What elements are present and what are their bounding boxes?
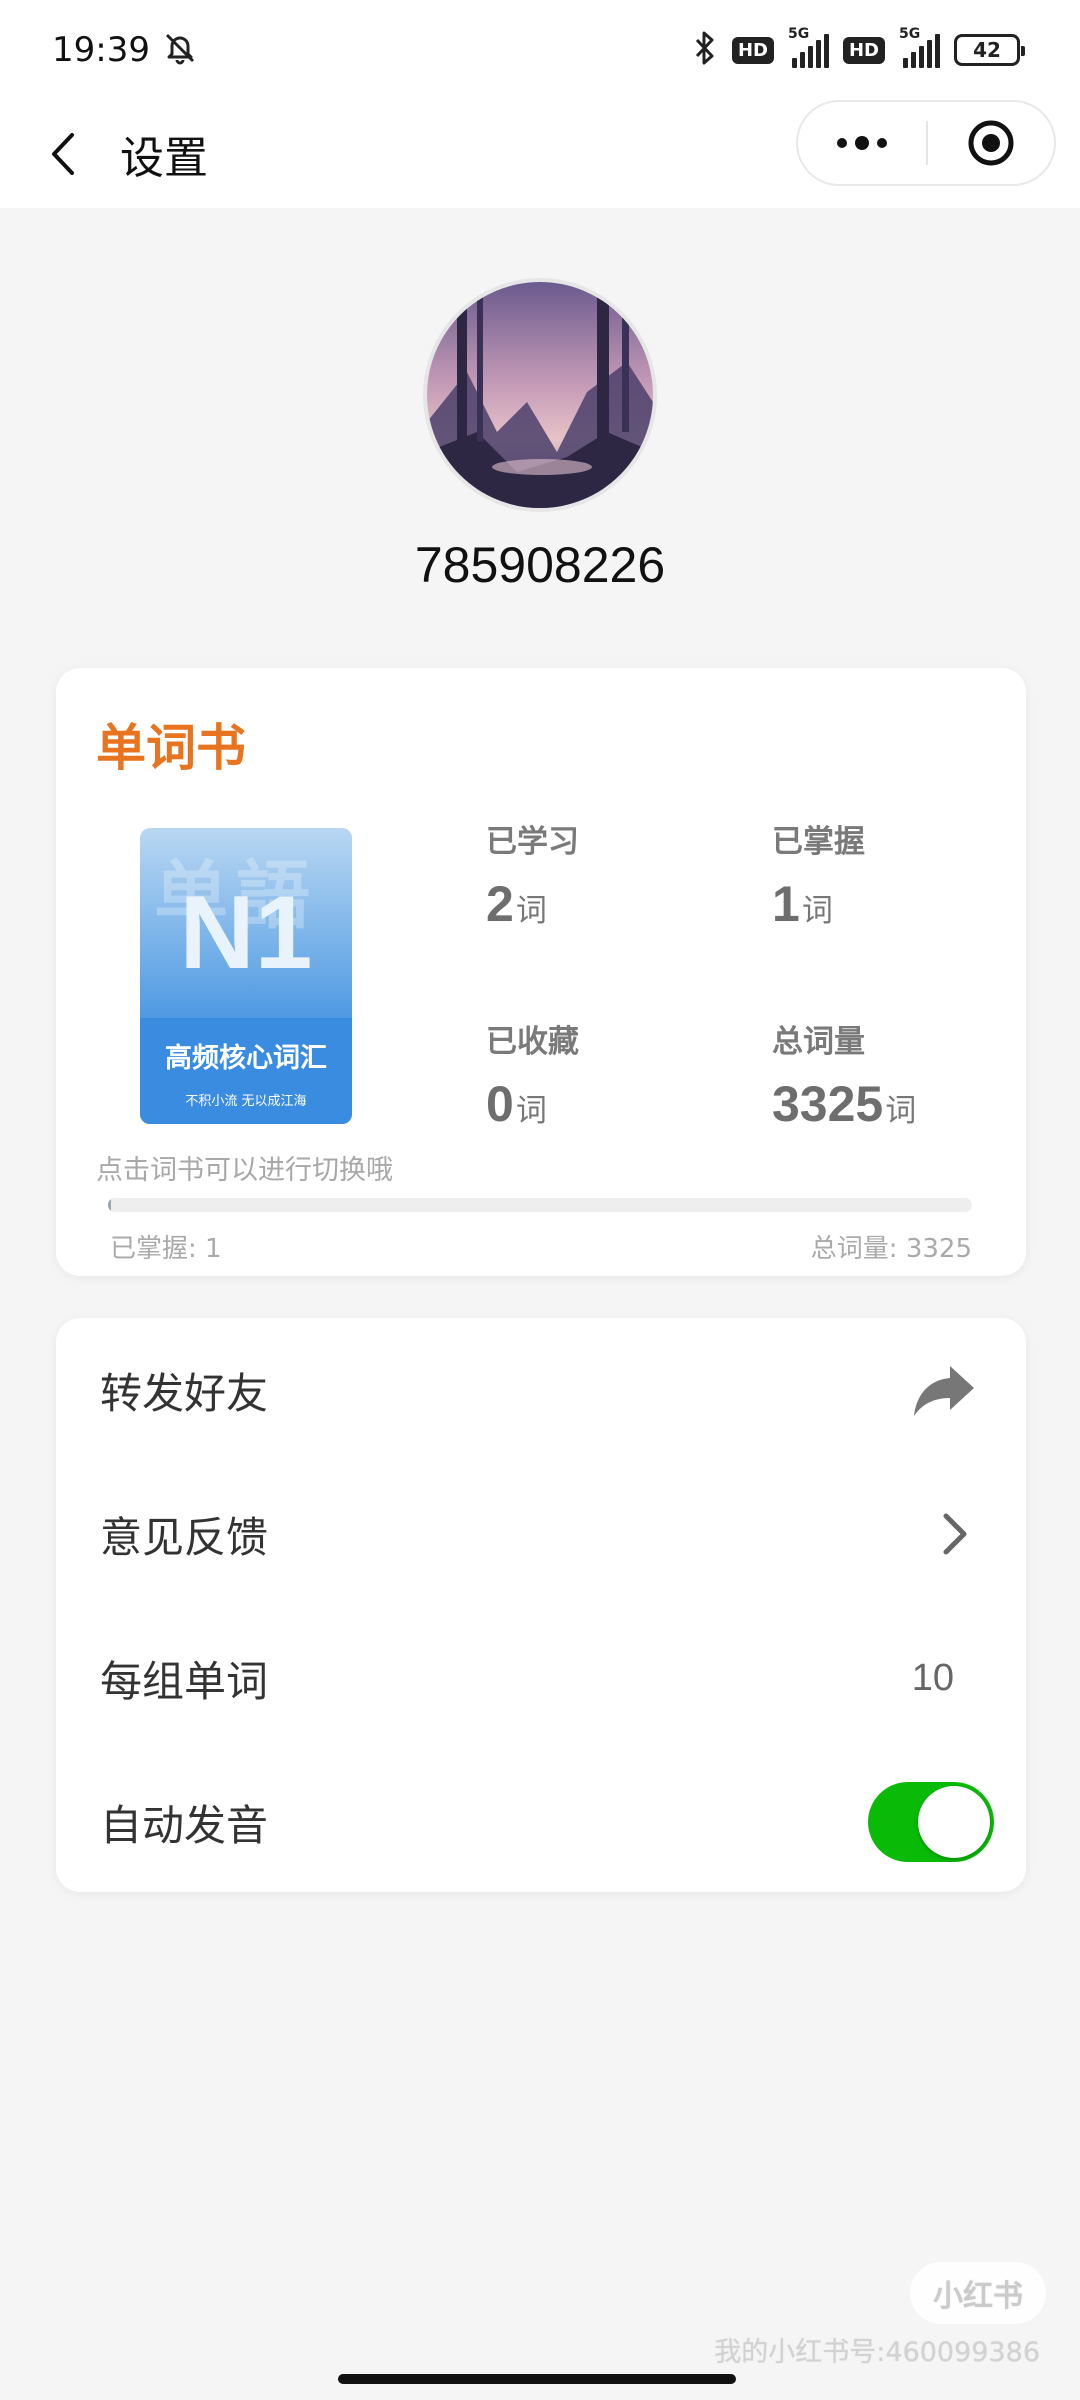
share-friends-label: 转发好友 (100, 1368, 269, 1418)
mastery-progress-fill (108, 1198, 112, 1212)
chevron-right-icon (943, 1513, 967, 1555)
toggle-knob (918, 1786, 990, 1858)
avatar-image (427, 282, 653, 508)
stat-learned: 已学习 2词 (486, 816, 579, 933)
signal-icon: 5G (788, 26, 829, 68)
group-size-label: 每组单词 (100, 1656, 269, 1706)
status-left: 19:39 (52, 28, 200, 72)
stat-label: 总词量 (772, 1024, 865, 1060)
share-friends-row[interactable]: 转发好友 (56, 1318, 1026, 1462)
stat-mastered: 已掌握 1词 (772, 816, 865, 933)
wordbook-cover[interactable]: 单語 N1 高频核心词汇 不积小流 无以成江海 (140, 828, 352, 1124)
group-size-value: 10 (911, 1656, 954, 1699)
more-button[interactable] (798, 102, 926, 184)
more-dots-icon (837, 136, 887, 150)
mastery-progress-bar (108, 1198, 972, 1212)
status-time: 19:39 (52, 30, 150, 70)
feedback-label: 意见反馈 (100, 1512, 269, 1562)
auto-pronounce-row: 自动发音 (56, 1750, 1026, 1894)
page-title: 设置 (120, 133, 208, 184)
stat-unit: 词 (801, 893, 833, 929)
auto-pronounce-label: 自动发音 (100, 1800, 269, 1850)
wordbook-hint: 点击词书可以进行切换哦 (96, 1155, 393, 1186)
chevron-left-icon (52, 133, 74, 175)
auto-pronounce-toggle[interactable] (868, 1782, 994, 1862)
signal-icon: 5G (899, 26, 940, 68)
stat-unit: 词 (515, 893, 547, 929)
hd-badge: HD (731, 36, 774, 64)
network-type: 5G (899, 26, 921, 42)
cover-subtitle: 高频核心词汇 (165, 1043, 327, 1074)
stat-value: 3325 (772, 1076, 884, 1132)
cover-tagline: 不积小流 无以成江海 (185, 1094, 307, 1109)
wordbook-title: 单词书 (96, 719, 246, 777)
mute-icon (160, 28, 200, 72)
status-bar: 19:39 HD 5G HD 5G 42 (0, 0, 1080, 100)
xiaohongshu-watermark-account: 我的小红书号:460099386 (714, 2337, 1040, 2368)
stat-label: 已学习 (486, 824, 579, 860)
progress-mastered-label: 已掌握: 1 (110, 1234, 222, 1264)
share-arrow-icon (914, 1366, 974, 1416)
avatar[interactable] (423, 278, 657, 512)
stat-value: 2 (486, 876, 514, 932)
battery-icon: 42 (954, 34, 1025, 66)
stat-favorited: 已收藏 0词 (486, 1016, 579, 1133)
hd-badge: HD (842, 36, 885, 64)
stat-total: 总词量 3325词 (772, 1016, 916, 1133)
close-button[interactable] (928, 102, 1054, 184)
stat-value: 1 (772, 876, 800, 932)
wordbook-card: 单词书 单語 N1 高频核心词汇 不积小流 无以成江海 已学习 2词 已掌握 1… (56, 668, 1026, 1276)
settings-list: 转发好友 意见反馈 每组单词 10 自动发音 (56, 1318, 1026, 1892)
back-button[interactable] (36, 126, 92, 182)
cover-level: N1 (179, 875, 313, 991)
progress-total-label: 总词量: 3325 (810, 1234, 972, 1264)
network-type: 5G (787, 26, 810, 42)
bluetooth-icon (692, 28, 718, 72)
target-close-icon (968, 120, 1014, 166)
stat-label: 已收藏 (486, 1024, 579, 1060)
mini-program-capsule (796, 100, 1056, 186)
xiaohongshu-watermark-logo: 小红书 (910, 2262, 1046, 2324)
feedback-row[interactable]: 意见反馈 (56, 1462, 1026, 1606)
group-size-row[interactable]: 每组单词 10 (56, 1606, 1026, 1750)
stat-unit: 词 (885, 1093, 917, 1129)
stat-label: 已掌握 (772, 824, 865, 860)
nav-bar: 设置 (0, 100, 1080, 208)
stat-value: 0 (486, 1076, 514, 1132)
stat-unit: 词 (515, 1093, 547, 1129)
status-right: HD 5G HD 5G 42 (692, 26, 1025, 72)
battery-level: 42 (973, 38, 1001, 62)
user-id: 785908226 (414, 537, 666, 593)
home-indicator[interactable] (338, 2374, 736, 2384)
